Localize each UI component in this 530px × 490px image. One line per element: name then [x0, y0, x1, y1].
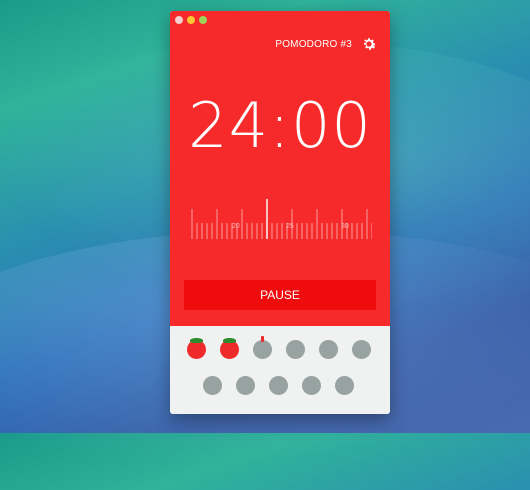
empty-slot [236, 376, 255, 395]
timer-panel: POMODORO #3 24:00 20 25 30 PAUSE [170, 11, 390, 326]
ruler-label-20: 20 [232, 223, 240, 230]
in-progress-icon [253, 336, 272, 359]
tomato-icon [220, 338, 239, 359]
session-title: POMODORO #3 [275, 39, 352, 50]
window-controls [175, 16, 207, 24]
gear-icon[interactable] [360, 35, 378, 53]
timer-display: 24:00 [188, 89, 372, 162]
empty-slot [319, 340, 338, 359]
pause-button[interactable]: PAUSE [184, 280, 376, 310]
minimize-button[interactable] [187, 16, 195, 24]
tracker-row-1 [187, 336, 371, 359]
ruler-label-25: 25 [286, 223, 294, 230]
close-button[interactable] [175, 16, 183, 24]
pomodoro-window: POMODORO #3 24:00 20 25 30 PAUSE [170, 11, 390, 414]
tomato-icon [187, 338, 206, 359]
empty-slot [269, 376, 288, 395]
empty-slot [335, 376, 354, 395]
maximize-button[interactable] [199, 16, 207, 24]
empty-slot [203, 376, 222, 395]
tracker-row-2 [203, 376, 354, 395]
empty-slot [352, 340, 371, 359]
empty-slot [302, 376, 321, 395]
time-ruler[interactable] [188, 181, 372, 241]
ruler-label-30: 30 [341, 223, 349, 230]
pomodoro-tracker [170, 326, 390, 414]
empty-slot [286, 340, 305, 359]
